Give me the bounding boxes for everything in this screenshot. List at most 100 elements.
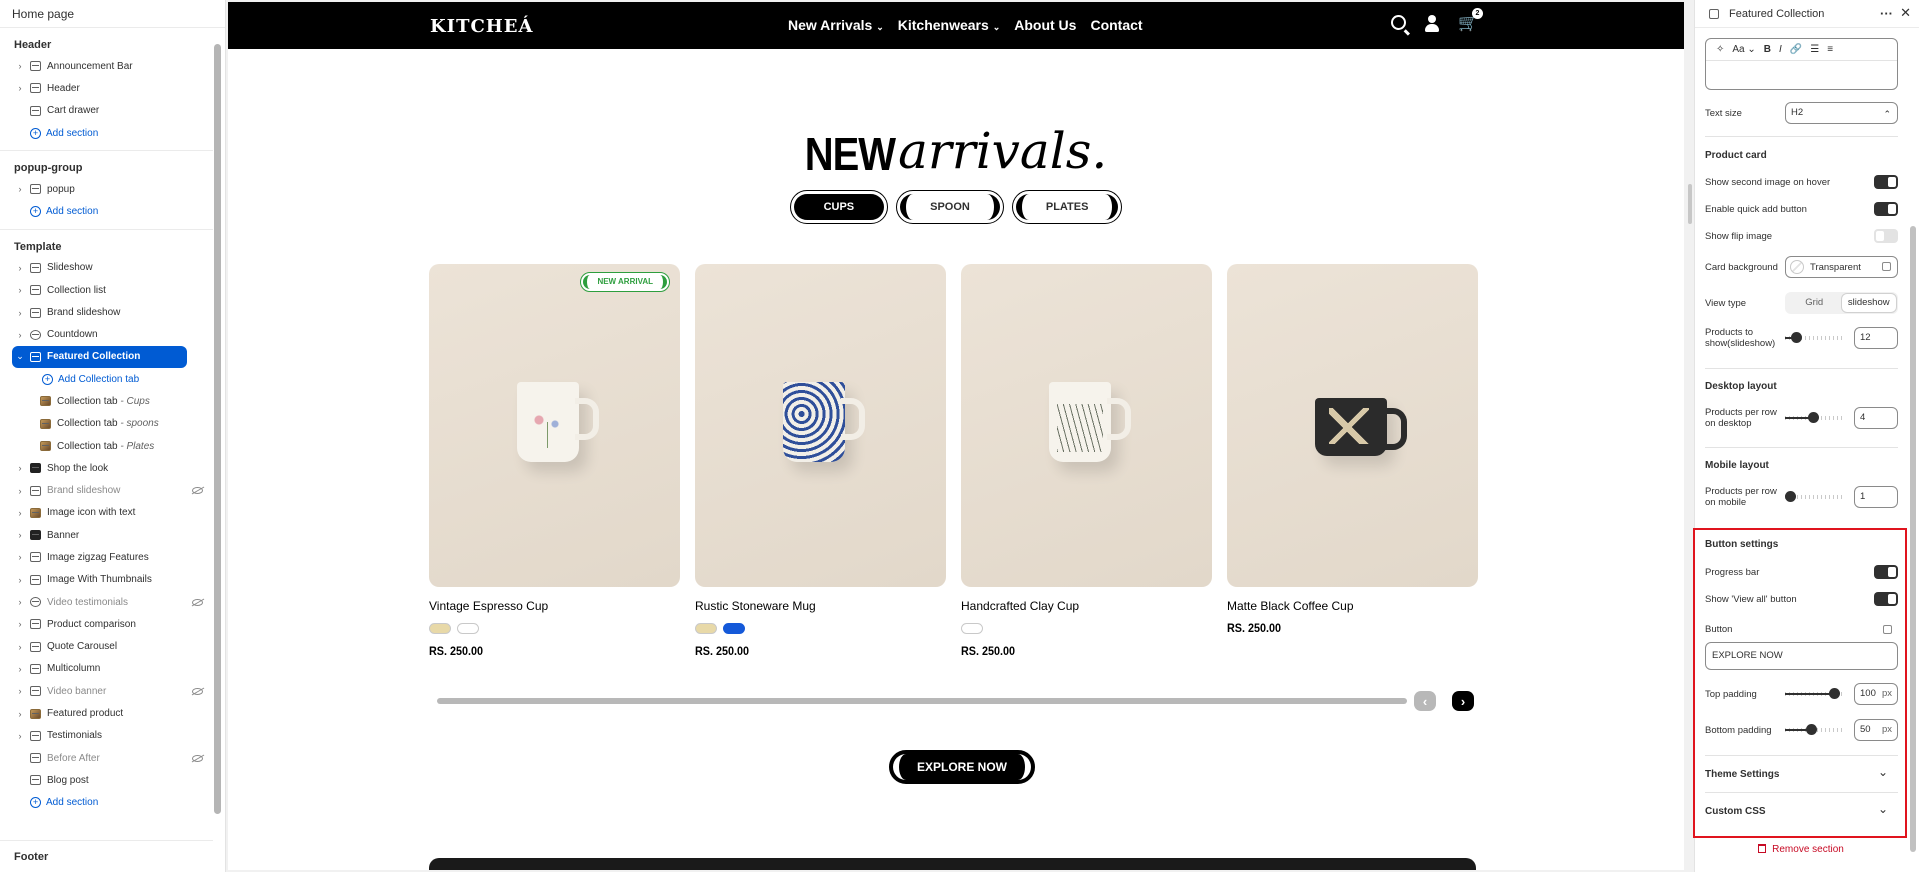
chevron-right-icon[interactable]: › [14,686,26,696]
rich-text-editor[interactable]: ✧ Aa ⌄ B I 🔗 ☰ ≡ [1705,38,1898,90]
chevron-right-icon[interactable]: › [14,330,26,340]
hidden-eye-icon[interactable] [192,687,203,695]
quick-add-toggle[interactable] [1874,202,1898,216]
search-icon[interactable] [1391,15,1406,30]
page-selector[interactable]: Home page [0,0,225,28]
card-background-picker[interactable]: Transparent [1785,256,1898,278]
chevron-right-icon[interactable]: › [14,597,26,607]
per-row-desktop-input[interactable]: 4 [1854,407,1898,429]
color-swatch[interactable] [457,623,479,634]
flip-image-toggle[interactable] [1874,229,1898,243]
product-card[interactable]: Handcrafted Clay Cup RS. 250.00 [961,264,1212,658]
second-image-toggle[interactable] [1874,175,1898,189]
close-icon[interactable]: ✕ [1900,5,1911,21]
chevron-down-icon[interactable]: ⌄ [14,351,26,362]
product-title[interactable]: Handcrafted Clay Cup [961,599,1212,613]
product-title[interactable]: Rustic Stoneware Mug [695,599,946,613]
sidebar-item-blog-post[interactable]: Blog post [0,769,213,791]
sidebar-scrollbar[interactable] [214,44,221,814]
chevron-right-icon[interactable]: › [14,508,26,518]
color-swatch[interactable] [429,623,451,634]
sidebar-item-testimonials[interactable]: › Testimonials [0,725,213,747]
italic-button[interactable]: I [1779,44,1782,55]
chevron-right-icon[interactable]: › [14,552,26,562]
slider-handle[interactable] [1791,332,1802,343]
chevron-right-icon[interactable]: › [14,664,26,674]
numbered-list-icon[interactable]: ≡ [1827,44,1833,55]
slider-handle[interactable] [1785,491,1796,502]
menu-item-kitchenwears[interactable]: Kitchenwears ⌄ [898,17,1000,33]
dynamic-source-icon[interactable] [1882,262,1891,271]
menu-item-new-arrivals[interactable]: New Arrivals ⌄ [788,17,884,33]
ai-sparkle-icon[interactable]: ✧ [1716,44,1724,55]
product-title[interactable]: Matte Black Coffee Cup [1227,599,1478,613]
chevron-right-icon[interactable]: › [14,308,26,318]
chevron-right-icon[interactable]: › [14,285,26,295]
color-swatch[interactable] [695,623,717,634]
remove-section-button[interactable]: Remove section [1695,844,1907,855]
color-swatch[interactable] [723,623,745,634]
chevron-right-icon[interactable]: › [14,61,26,71]
products-to-show-input[interactable]: 12 [1854,327,1898,349]
sidebar-item-collection-tab-cups[interactable]: Collection tab - Cups [0,390,213,412]
chevron-right-icon[interactable]: › [14,619,26,629]
more-options-icon[interactable]: ··· [1880,6,1893,21]
sidebar-item-popup[interactable]: › popup [0,178,213,200]
bold-button[interactable]: B [1764,44,1771,55]
sidebar-item-video-banner[interactable]: › Video banner [0,680,213,702]
sidebar-item-countdown[interactable]: › Countdown [0,324,213,346]
chevron-right-icon[interactable]: › [14,184,26,194]
sidebar-item-collection-tab-plates[interactable]: Collection tab - Plates [0,435,213,457]
chevron-right-icon[interactable]: › [14,731,26,741]
tab-plates[interactable]: PLATES [1011,190,1123,224]
chevron-right-icon[interactable]: › [14,83,26,93]
add-section-button[interactable]: + Add section [0,122,213,144]
product-image[interactable] [695,264,946,587]
add-section-button[interactable]: + Add section [0,792,213,814]
sidebar-item-image-thumbnails[interactable]: › Image With Thumbnails [0,569,213,591]
tab-spoon[interactable]: SPOON [896,190,1004,224]
product-title[interactable]: Vintage Espresso Cup [429,599,680,613]
view-type-grid[interactable]: Grid [1787,294,1842,312]
products-to-show-slider[interactable]: 12 [1785,327,1898,349]
sidebar-item-featured-product[interactable]: › Featured product [0,702,213,724]
product-image[interactable] [1227,264,1478,587]
chevron-right-icon[interactable]: › [14,263,26,273]
sidebar-item-slideshow[interactable]: › Slideshow [0,257,213,279]
hidden-eye-icon[interactable] [192,487,203,495]
tab-cups[interactable]: CUPS [789,190,889,224]
sidebar-item-brand-slideshow[interactable]: › Brand slideshow [0,301,213,323]
bullet-list-icon[interactable]: ☰ [1810,44,1819,55]
product-card[interactable]: NEW ARRIVAL Vintage Espresso Cup RS. 250… [429,264,680,658]
sidebar-item-before-after[interactable]: Before After [0,747,213,769]
per-row-mobile-input[interactable]: 1 [1854,486,1898,508]
sidebar-item-image-zigzag[interactable]: › Image zigzag Features [0,546,213,568]
settings-scrollbar[interactable] [1910,226,1916,852]
chevron-right-icon[interactable]: › [14,486,26,496]
account-icon[interactable] [1424,15,1440,32]
product-image[interactable] [961,264,1212,587]
sidebar-item-brand-slideshow-2[interactable]: › Brand slideshow [0,479,213,501]
sidebar-item-cart-drawer[interactable]: Cart drawer [0,100,213,122]
product-card[interactable]: Matte Black Coffee Cup RS. 250.00 [1227,264,1478,658]
text-format-dropdown[interactable]: Aa ⌄ [1732,44,1755,55]
explore-now-button[interactable]: EXPLORE NOW [889,750,1036,784]
hidden-eye-icon[interactable] [192,754,203,762]
link-icon[interactable]: 🔗 [1790,44,1802,55]
per-row-mobile-slider[interactable]: 1 [1785,486,1898,508]
color-swatch[interactable] [961,623,983,634]
chevron-right-icon[interactable]: › [14,463,26,473]
store-logo[interactable]: KITCHEÁ [430,16,533,37]
menu-item-contact[interactable]: Contact [1090,17,1142,33]
add-collection-tab-button[interactable]: + Add Collection tab [0,368,213,390]
view-type-slideshow[interactable]: slideshow [1841,294,1896,312]
hidden-eye-icon[interactable] [192,598,203,606]
sidebar-item-quote-carousel[interactable]: › Quote Carousel [0,636,213,658]
slider-handle[interactable] [1808,412,1819,423]
sidebar-item-video-testimonials[interactable]: › Video testimonials [0,591,213,613]
sidebar-item-banner[interactable]: › Banner [0,524,213,546]
chevron-right-icon[interactable]: › [14,642,26,652]
cart-icon[interactable]: 🛒 2 [1458,8,1483,32]
add-section-button[interactable]: + Add section [0,200,213,222]
product-image[interactable]: NEW ARRIVAL [429,264,680,587]
